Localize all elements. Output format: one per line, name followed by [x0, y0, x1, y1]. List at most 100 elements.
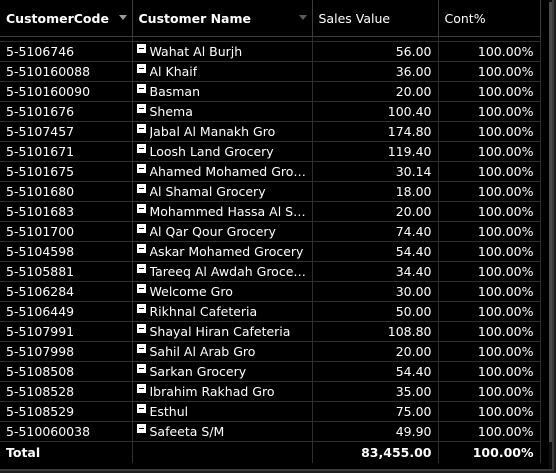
- table-row[interactable]: 5-510060038 Safeeta S/M 49.90 100.00%: [0, 421, 541, 442]
- table-row[interactable]: 5-5106449 Rikhnal Cafeteria 50.00 100.00%: [0, 301, 541, 322]
- cont-pct-cell: 100.00%: [438, 161, 541, 182]
- scrollbar-thumb[interactable]: [549, 2, 552, 442]
- customer-name-text: Ahamed Mohamed Grocery: [149, 164, 308, 179]
- total-sales-value: 83,455.00: [312, 441, 439, 463]
- cont-pct-cell: 100.00%: [438, 321, 541, 342]
- sales-value-cell: 75.00: [312, 401, 439, 422]
- cont-pct-cell: 100.00%: [438, 41, 541, 62]
- column-header-label: Cont%: [444, 10, 486, 26]
- sales-value-cell: 50.00: [312, 301, 439, 322]
- collapse-minus-icon[interactable]: [136, 104, 146, 113]
- customer-code-cell: 5-5108508: [0, 361, 133, 382]
- vertical-scrollbar[interactable]: [549, 0, 552, 469]
- customer-name-cell: Loosh Land Grocery: [132, 141, 313, 162]
- column-header-customer-code[interactable]: CustomerCode: [0, 0, 133, 37]
- cont-pct-cell: 100.00%: [438, 101, 541, 122]
- table-row[interactable]: 5-510160090 Basman 20.00 100.00%: [0, 81, 541, 102]
- collapse-minus-icon[interactable]: [136, 324, 146, 333]
- collapse-minus-icon[interactable]: [136, 124, 146, 133]
- dropdown-caret-icon[interactable]: [298, 15, 307, 20]
- collapse-minus-icon[interactable]: [136, 144, 146, 153]
- sales-value-cell: 174.80: [312, 121, 439, 142]
- collapse-minus-icon[interactable]: [136, 164, 146, 173]
- customer-name-cell: Ahamed Mohamed Grocery: [132, 161, 313, 182]
- customer-name-text: Jabal Al Manakh Gro: [149, 124, 276, 139]
- cont-pct-cell: 100.00%: [438, 261, 541, 282]
- sales-value-cell: 30.00: [312, 281, 439, 302]
- cont-pct-cell: 100.00%: [438, 361, 541, 382]
- collapse-minus-icon[interactable]: [136, 344, 146, 353]
- cont-pct-cell: 100.00%: [438, 281, 541, 302]
- table-row[interactable]: 5-5105881 Tareeq Al Awdah Grocerry 34.40 10…: [0, 261, 541, 282]
- collapse-minus-icon[interactable]: [136, 244, 146, 253]
- table-row[interactable]: 5-5101700 Al Qar Qour Grocery 74.40 100.00%: [0, 221, 541, 242]
- table-row[interactable]: 5-5106746 Wahat Al Burjh 56.00 100.00%: [0, 41, 541, 62]
- table-row[interactable]: 5-5107457 Jabal Al Manakh Gro 174.80 100.00…: [0, 121, 541, 142]
- header-row: CustomerCode Customer Name Sales Value C…: [0, 0, 541, 37]
- cont-pct-cell: 100.00%: [438, 301, 541, 322]
- customer-name-text: Basman: [149, 84, 201, 99]
- table-row[interactable]: 5-5108529 Esthul 75.00 100.00%: [0, 401, 541, 422]
- customer-name-text: Al Shamal Grocery: [149, 184, 266, 199]
- customer-name-cell: Askar Mohamed Grocery: [132, 241, 313, 262]
- table-row[interactable]: 5-5104598 Askar Mohamed Grocery 54.40 100.0…: [0, 241, 541, 262]
- collapse-minus-icon[interactable]: [136, 364, 146, 373]
- collapse-minus-icon[interactable]: [136, 284, 146, 293]
- customer-name-text: Askar Mohamed Grocery: [149, 244, 304, 259]
- collapse-minus-icon[interactable]: [136, 424, 146, 433]
- cont-pct-cell: 100.00%: [438, 341, 541, 362]
- total-name-cell: [132, 441, 313, 463]
- table-row[interactable]: 5-5101676 Shema 100.40 100.00%: [0, 101, 541, 122]
- sales-value-cell: 100.40: [312, 101, 439, 122]
- collapse-minus-icon[interactable]: [136, 184, 146, 193]
- customer-name-text: Al Khaif: [149, 64, 198, 79]
- sales-value-cell: 30.14: [312, 161, 439, 182]
- cont-pct-cell: 100.00%: [438, 201, 541, 222]
- column-header-label: Customer Name: [138, 10, 252, 26]
- collapse-minus-icon[interactable]: [136, 404, 146, 413]
- collapse-minus-icon[interactable]: [136, 384, 146, 393]
- customer-name-text: Welcome Gro: [149, 284, 233, 299]
- table-row[interactable]: 5-5108508 Sarkan Grocery 54.40 100.00%: [0, 361, 541, 382]
- table-row[interactable]: 5-510160088 Al Khaif 36.00 100.00%: [0, 61, 541, 82]
- table-row[interactable]: 5-5101671 Loosh Land Grocery 119.40 100.00%: [0, 141, 541, 162]
- collapse-minus-icon[interactable]: [136, 264, 146, 273]
- customer-name-cell: Al Qar Qour Grocery: [132, 221, 313, 242]
- customer-name-text: Al Qar Qour Grocery: [149, 224, 276, 239]
- table-row[interactable]: 5-5107991 Shayal Hiran Cafeteria 108.80 100…: [0, 321, 541, 342]
- collapse-minus-icon[interactable]: [136, 44, 146, 53]
- dropdown-caret-icon[interactable]: [118, 15, 127, 20]
- table-row[interactable]: 5-5101675 Ahamed Mohamed Grocery 30.14 100.…: [0, 161, 541, 182]
- customer-code-cell: 5-5107998: [0, 341, 133, 362]
- table-row[interactable]: 5-5101680 Al Shamal Grocery 18.00 100.00%: [0, 181, 541, 202]
- collapse-minus-icon[interactable]: [136, 84, 146, 93]
- table-row[interactable]: 5-5108528 Ibrahim Rakhad Gro 35.00 100.00%: [0, 381, 541, 402]
- column-header-sales-value[interactable]: Sales Value: [312, 0, 439, 37]
- table-row[interactable]: 5-5101683 Mohammed Hassa Al Shar... 20.00 1…: [0, 201, 541, 222]
- customer-code-cell: 5-5106284: [0, 281, 133, 302]
- collapse-minus-icon[interactable]: [136, 204, 146, 213]
- sales-value-cell: 54.40: [312, 241, 439, 262]
- customer-code-cell: 5-5101676: [0, 101, 133, 122]
- customer-code-cell: 5-5107457: [0, 121, 133, 142]
- customer-name-cell: Welcome Gro: [132, 281, 313, 302]
- customer-name-text: Esthul: [149, 404, 189, 419]
- column-header-cont-pct[interactable]: Cont%: [438, 0, 541, 37]
- collapse-minus-icon[interactable]: [136, 304, 146, 313]
- sales-value-cell: 34.40: [312, 261, 439, 282]
- total-row: Total 83,455.00 100.00%: [0, 441, 541, 463]
- collapse-minus-icon[interactable]: [136, 64, 146, 73]
- customer-name-cell: Sahil Al Arab Gro: [132, 341, 313, 362]
- customer-name-text: Loosh Land Grocery: [149, 144, 274, 159]
- customer-name-text: Mohammed Hassa Al Shar...: [149, 204, 308, 219]
- customer-name-cell: Basman: [132, 81, 313, 102]
- sales-value-cell: 108.80: [312, 321, 439, 342]
- table-row[interactable]: 5-5107998 Sahil Al Arab Gro 20.00 100.00%: [0, 341, 541, 362]
- customer-code-cell: 5-5105881: [0, 261, 133, 282]
- column-header-customer-name[interactable]: Customer Name: [132, 0, 313, 37]
- sales-value-cell: 35.00: [312, 381, 439, 402]
- customer-code-cell: 5-510060038: [0, 421, 133, 442]
- collapse-minus-icon[interactable]: [136, 224, 146, 233]
- table-row[interactable]: 5-5106284 Welcome Gro 30.00 100.00%: [0, 281, 541, 302]
- customer-name-text: Ibrahim Rakhad Gro: [149, 384, 275, 399]
